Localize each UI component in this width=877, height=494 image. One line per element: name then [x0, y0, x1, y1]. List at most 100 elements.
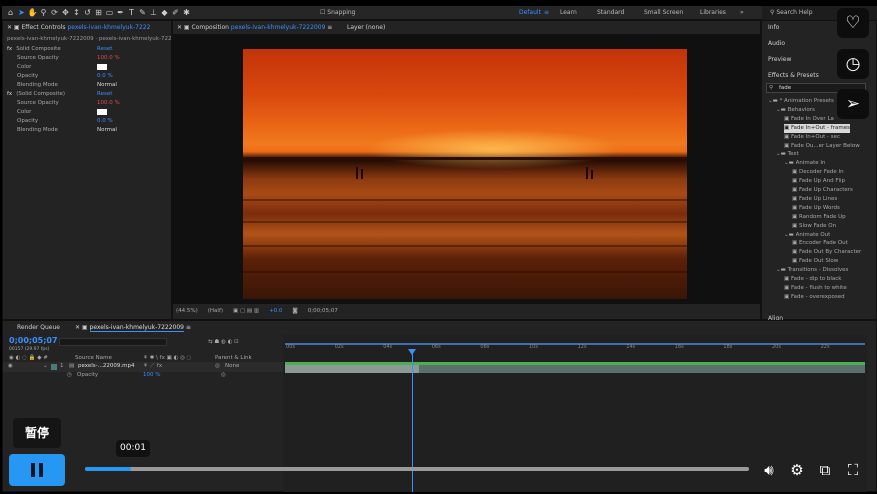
expand-layer-icon[interactable]: ⌄	[43, 362, 48, 371]
tree-item[interactable]: ▣ Fade In+Out - frames	[784, 123, 850, 133]
tree-item[interactable]: ▣ Slow Fade On	[792, 222, 836, 231]
opacity-property-value[interactable]: 100 %	[143, 371, 160, 380]
selection-tool-icon[interactable]: ➤	[16, 6, 27, 20]
playhead-marker[interactable]	[408, 349, 416, 355]
hand-tool-icon[interactable]: ✋	[27, 6, 38, 20]
pan-tool-icon[interactable]: ✥	[60, 6, 71, 20]
eraser-tool-icon[interactable]: ◆	[159, 6, 170, 20]
audio-panel-tab[interactable]: Audio	[768, 38, 785, 50]
dolly-tool-icon[interactable]: ↕	[71, 6, 82, 20]
rotate-tool-icon[interactable]: ↺	[82, 6, 93, 20]
tree-item[interactable]: ▣ Fade Out By Character	[792, 248, 861, 257]
heart-icon[interactable]: ♡	[837, 8, 869, 38]
tree-folder[interactable]: ⌄▬ Transitions - Dissolves	[776, 266, 848, 275]
search-help-field[interactable]: ⚲ Search Help	[770, 6, 813, 20]
send-icon[interactable]: ➢	[837, 89, 869, 119]
parent-dropdown[interactable]: None	[225, 362, 239, 371]
render-queue-tab[interactable]: Render Queue	[17, 322, 60, 334]
orbit-tool-icon[interactable]: ⟳	[49, 6, 60, 20]
workspace-libraries[interactable]: Libraries	[700, 6, 726, 20]
workspace-small-screen[interactable]: Small Screen	[644, 6, 683, 20]
tree-folder[interactable]: ⌄▬ * Animation Presets	[768, 97, 834, 106]
timeline-timecode[interactable]: 0;00;05;07	[9, 336, 58, 345]
effect-property-value[interactable]: 0.0 %	[97, 117, 113, 126]
tree-item[interactable]: ⌄▬ Animate In	[784, 159, 825, 168]
tree-item[interactable]: ▣ Fade Up Lines	[792, 195, 837, 204]
brush-tool-icon[interactable]: ✎	[137, 6, 148, 20]
info-panel-tab[interactable]: Info	[768, 22, 779, 34]
tree-item[interactable]: ▣ Random Fade Up	[792, 213, 846, 222]
tree-item[interactable]: ▣ Fade Up Words	[792, 204, 840, 213]
layer-label-color[interactable]	[51, 364, 57, 370]
resolution-dropdown[interactable]: (Half)	[208, 307, 223, 316]
effect-property-value[interactable]: 100.0 %	[97, 54, 120, 63]
timeline-switches-icon[interactable]: ⇆ ☗ ◍ ◐ ⊡	[208, 338, 239, 347]
effect-property-value[interactable]: 100.0 %	[97, 99, 120, 108]
grid-toggles-icon[interactable]: ▣ ▢ ▤ ▥	[233, 307, 259, 316]
tree-item[interactable]: ▣ Encoder Fade Out	[792, 239, 848, 248]
settings-gear-icon[interactable]: ⚙	[787, 460, 807, 480]
home-icon[interactable]: ⌂	[5, 6, 16, 20]
clock-icon[interactable]: ◷	[837, 49, 869, 79]
tree-item[interactable]: ▣ Fade In+Out - sec	[784, 133, 840, 142]
comp-timecode[interactable]: 0;00;05;07	[308, 307, 338, 316]
tree-folder[interactable]: ⌄▬ Text	[776, 150, 799, 159]
workspace-default[interactable]: Default	[519, 6, 541, 20]
reset-link[interactable]: Reset	[97, 45, 112, 54]
tree-item[interactable]: ⌄▬ Animate Out	[784, 231, 830, 240]
tree-folder[interactable]: ⌄▬ Behaviors	[776, 106, 815, 115]
tree-item[interactable]: ▣ Fade - overexposed	[784, 293, 845, 302]
clone-stamp-icon[interactable]: ⊥	[148, 6, 159, 20]
tree-item[interactable]: ▣ Fade Ou...er Layer Below	[784, 142, 860, 151]
effect-property-value[interactable]: 0.0 %	[97, 72, 113, 81]
blending-mode-dropdown[interactable]: Normal	[97, 126, 117, 135]
snapshot-icon[interactable]: ◙	[292, 307, 297, 316]
tree-item[interactable]: ▣ Fade In Over La	[784, 115, 834, 124]
timeline-search-input[interactable]	[59, 338, 167, 346]
effects-presets-tab[interactable]: Effects & Presets	[768, 70, 819, 82]
opacity-stopwatch-icon[interactable]: ◷	[67, 371, 72, 380]
color-swatch[interactable]	[97, 108, 107, 117]
blending-mode-dropdown[interactable]: Normal	[97, 81, 117, 90]
volume-icon[interactable]: 🔊︎	[759, 460, 779, 480]
puppet-pin-icon[interactable]: ✱	[181, 6, 192, 20]
pen-tool-icon[interactable]: ✒	[115, 6, 126, 20]
fullscreen-icon[interactable]: ⛶	[843, 460, 863, 480]
tree-item[interactable]: ▣ Fade - flush to white	[784, 284, 847, 293]
color-swatch[interactable]	[97, 63, 107, 72]
picture-in-picture-icon[interactable]: ⧉	[815, 460, 835, 480]
zoom-dropdown[interactable]: (44.5%)	[176, 307, 198, 316]
workspace-standard[interactable]: Standard	[597, 6, 624, 20]
tree-item[interactable]: ▣ Fade Out Slow	[792, 257, 838, 266]
effect-controls-tab[interactable]: ✕ ▣ Effect Controls pexels-ivan-khmelyuk…	[7, 22, 150, 34]
effect-group-header[interactable]: fx Solid Composite	[7, 45, 61, 54]
workspace-menu-icon[interactable]: ≡	[544, 6, 549, 20]
exposure-value[interactable]: +0.0	[269, 307, 282, 316]
snapping-checkbox[interactable]: ☐ Snapping	[320, 6, 355, 20]
tree-item[interactable]: ▣ Decoder Fade In	[792, 168, 844, 177]
tree-item[interactable]: ▣ Fade Up And Flip	[792, 177, 845, 186]
fx-toggle-icon[interactable]: fx	[7, 46, 12, 52]
preview-panel-tab[interactable]: Preview	[768, 54, 791, 66]
video-visibility-icon[interactable]: ◉	[8, 362, 13, 371]
reset-link[interactable]: Reset	[97, 90, 112, 99]
tree-item[interactable]: ▣ Fade - dip to black	[784, 275, 841, 284]
zoom-tool-icon[interactable]: ⚲	[38, 6, 49, 20]
roto-brush-icon[interactable]: ✐	[170, 6, 181, 20]
effect-group-header[interactable]: fx (Solid Composite)	[7, 90, 65, 99]
video-progress-bar[interactable]	[85, 467, 749, 471]
tree-item[interactable]: ▣ Fade Up Characters	[792, 186, 853, 195]
layer-tab[interactable]: Layer (none)	[347, 22, 385, 34]
layer-switches-icon[interactable]: ⚘ ／ fx	[143, 362, 162, 371]
composition-tab[interactable]: ✕ ▣ Composition pexels-ivan-khmelyuk-722…	[177, 22, 332, 34]
layer-name[interactable]: pexels-...22009.mp4	[78, 362, 134, 371]
opacity-pickwhip-icon[interactable]: ◎	[221, 371, 226, 380]
timeline-comp-tab[interactable]: ✕ ▣ pexels-ivan-khmelyuk-7222009 ≡	[75, 322, 191, 334]
rectangle-tool-icon[interactable]: ▭	[104, 6, 115, 20]
type-tool-icon[interactable]: T	[126, 6, 137, 20]
pan-behind-tool-icon[interactable]: ⊞	[93, 6, 104, 20]
workspace-learn[interactable]: Learn	[560, 6, 577, 20]
pause-button[interactable]	[9, 454, 65, 486]
more-workspaces-icon[interactable]: »	[740, 6, 744, 20]
fx-toggle-icon[interactable]: fx	[7, 91, 12, 97]
